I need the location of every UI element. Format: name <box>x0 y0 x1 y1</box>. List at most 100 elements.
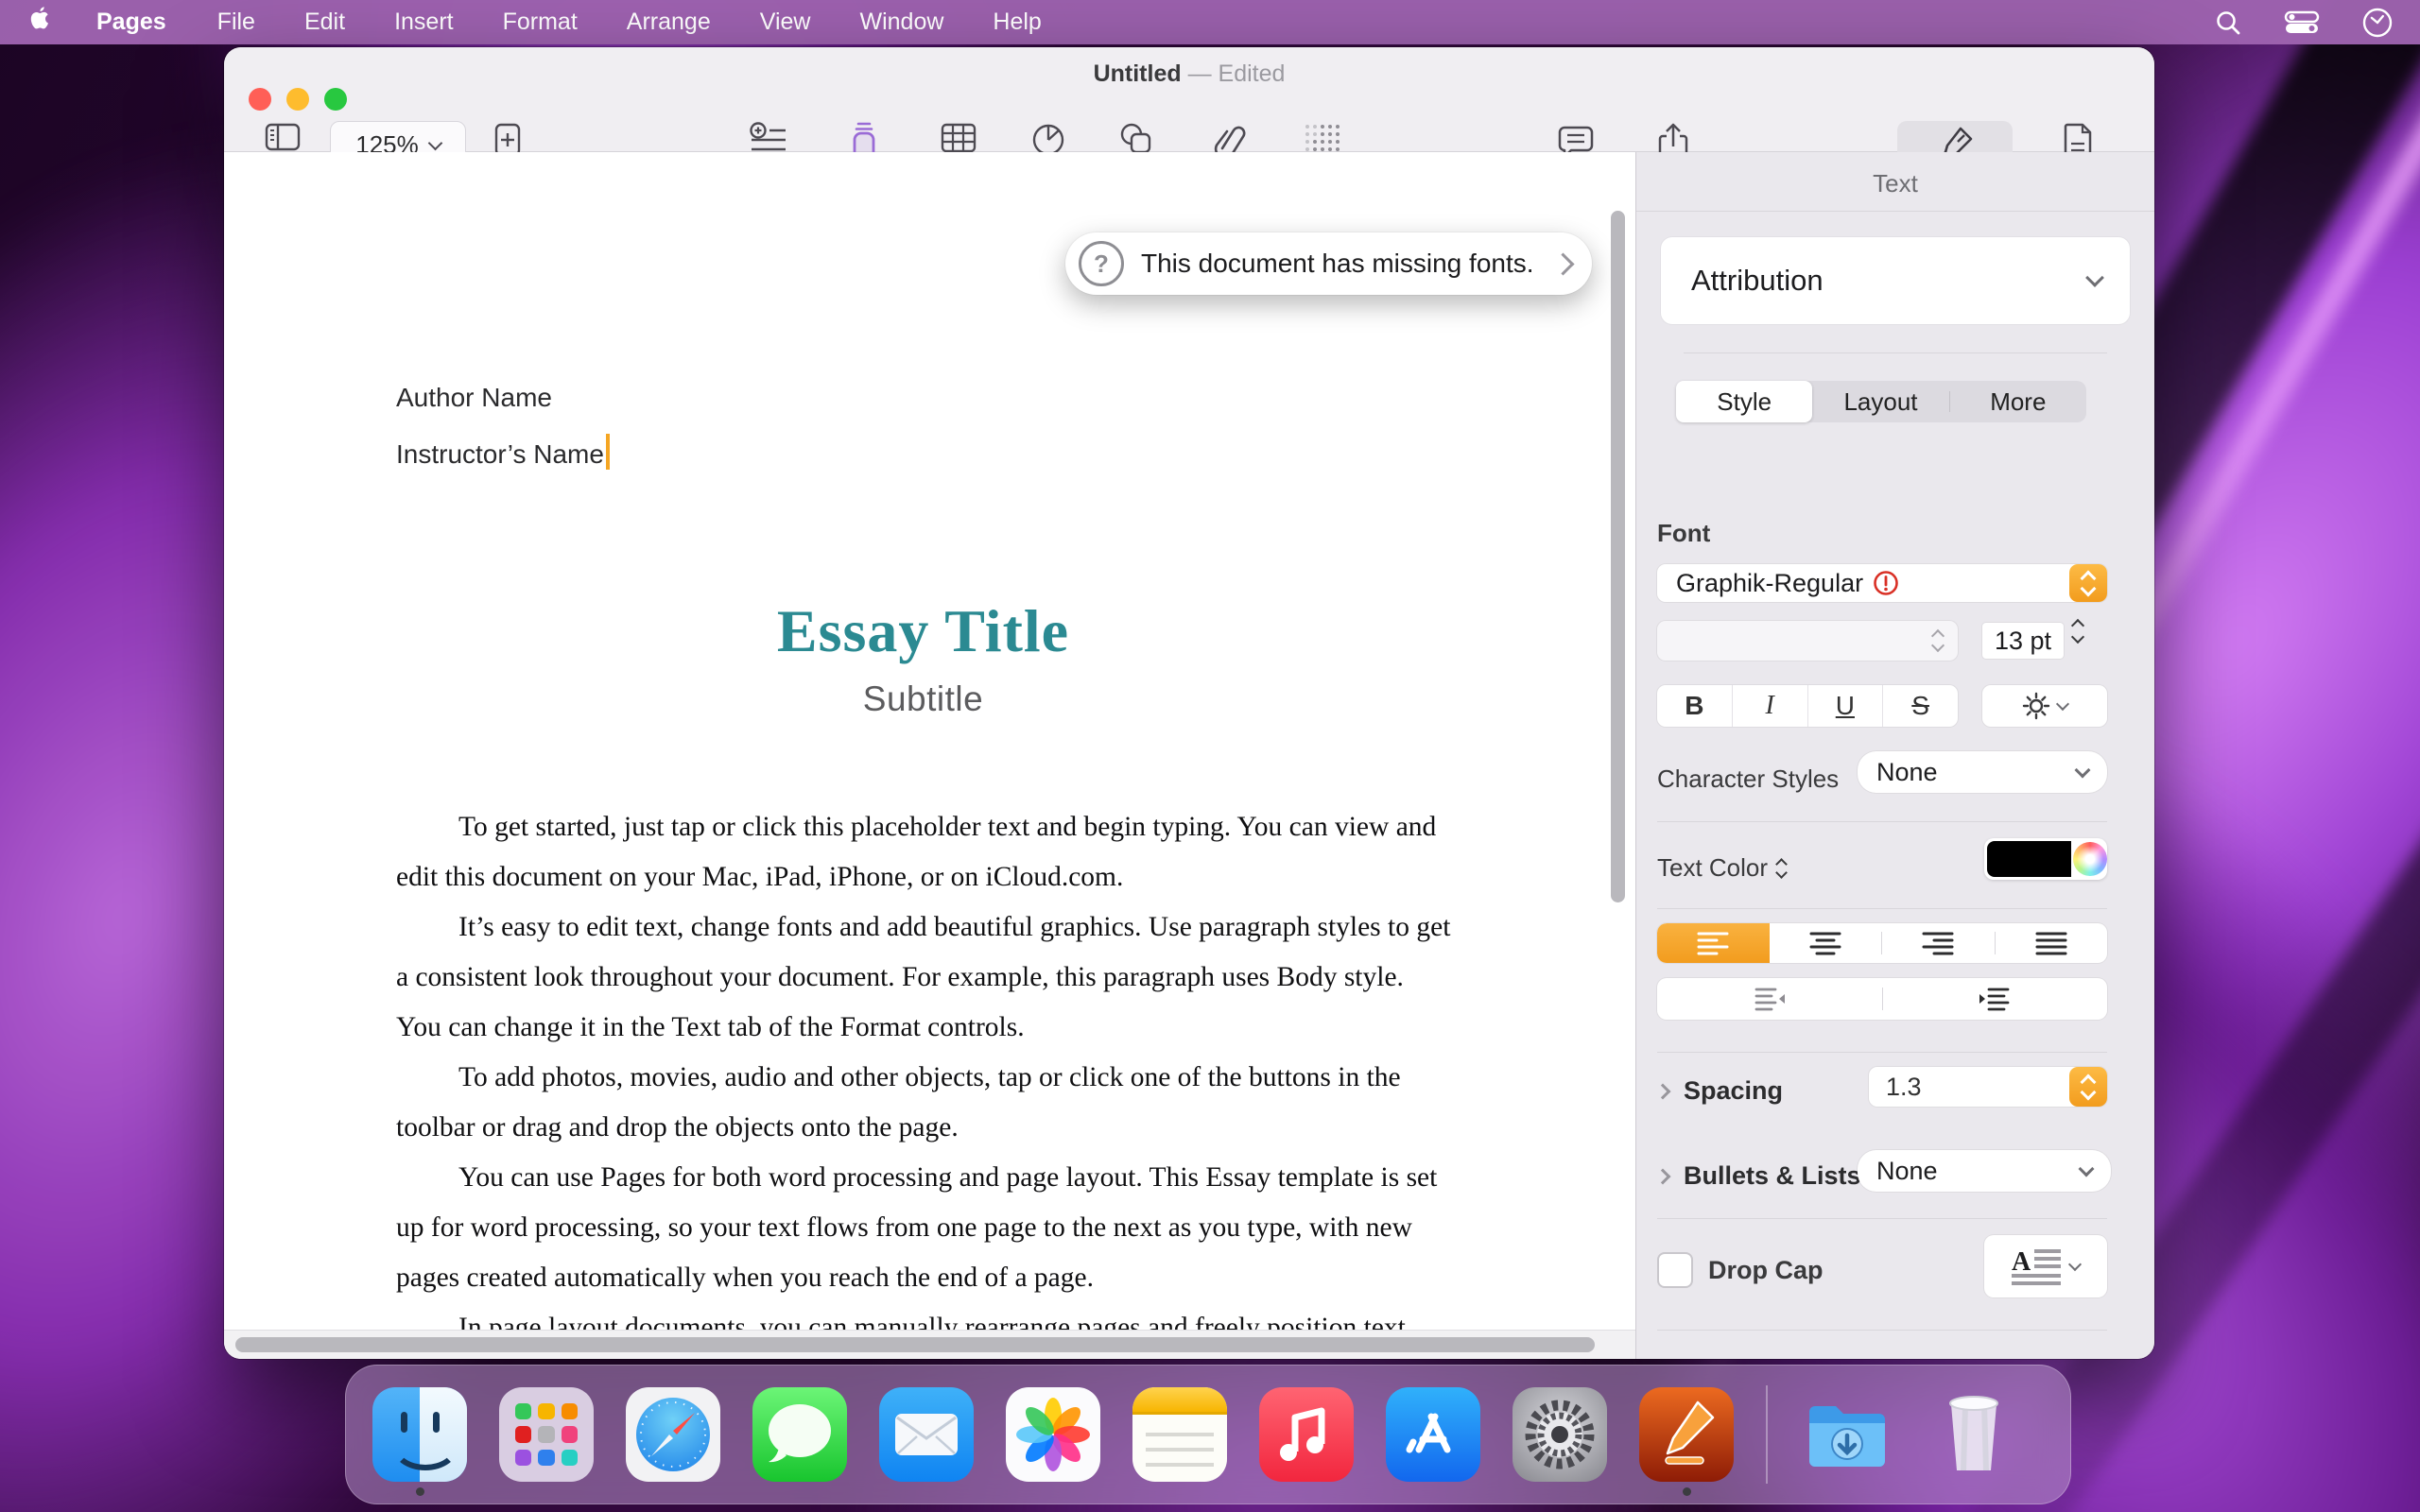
indent-button[interactable] <box>1883 978 2108 1020</box>
character-styles-value: None <box>1876 758 1938 787</box>
help-icon[interactable]: ? <box>1079 241 1124 286</box>
author-block[interactable]: Author Name Instructor’s Name <box>396 369 610 483</box>
dock-trash-icon[interactable] <box>1927 1387 2021 1482</box>
menu-format[interactable]: Format <box>478 9 602 36</box>
dock-music-icon[interactable] <box>1259 1387 1354 1482</box>
dock-mail-icon[interactable] <box>879 1387 974 1482</box>
title-block[interactable]: Essay Title Subtitle <box>396 596 1450 719</box>
chevron-down-icon <box>2056 697 2069 711</box>
menu-help[interactable]: Help <box>968 9 1065 36</box>
chevron-right-icon[interactable] <box>1551 252 1574 275</box>
outdent-button[interactable] <box>1657 978 1882 1020</box>
strikethrough-button[interactable]: S <box>1883 691 1958 721</box>
underline-button[interactable]: U <box>1808 691 1883 721</box>
bold-button[interactable]: B <box>1657 691 1732 721</box>
typeface-stepper-icon <box>1933 631 1943 650</box>
font-size-stepper[interactable] <box>2073 621 2083 642</box>
tab-layout[interactable]: Layout <box>1812 381 1948 422</box>
dock-safari-icon[interactable] <box>626 1387 720 1482</box>
apple-menu[interactable] <box>0 6 68 39</box>
text-color-well[interactable] <box>1984 838 2107 880</box>
tab-more[interactable]: More <box>1950 381 2086 422</box>
paragraph-style-value: Attribution <box>1691 264 1824 298</box>
paragraph-style-selector[interactable]: Attribution <box>1661 237 2130 324</box>
dock-launchpad-icon[interactable] <box>499 1387 594 1482</box>
disclosure-icon[interactable] <box>1655 1168 1671 1184</box>
align-center-button[interactable] <box>1770 923 1882 963</box>
dock-photos-icon[interactable] <box>1006 1387 1100 1482</box>
drop-cap-label: Drop Cap <box>1708 1256 1824 1285</box>
dock-pages-icon[interactable] <box>1639 1387 1734 1482</box>
font-family-field[interactable]: Graphik-Regular <box>1657 564 2107 602</box>
drop-cap-icon: A <box>2012 1246 2061 1287</box>
menu-file[interactable]: File <box>193 9 280 36</box>
character-styles-dropdown[interactable]: None <box>1858 751 2107 793</box>
table-icon[interactable] <box>939 121 978 155</box>
close-button[interactable] <box>249 88 271 111</box>
drop-cap-style-button[interactable]: A <box>1984 1235 2107 1297</box>
font-family-stepper[interactable] <box>2069 564 2107 602</box>
color-wheel-icon[interactable] <box>2073 842 2107 876</box>
font-style-buttons: B I U S <box>1657 685 1958 727</box>
control-center-icon[interactable] <box>2284 9 2320 36</box>
dock-settings-icon[interactable] <box>1512 1387 1607 1482</box>
text-color-label: Text Color <box>1657 853 1768 883</box>
menu-arrange[interactable]: Arrange <box>602 9 735 36</box>
clock-icon[interactable] <box>2361 7 2394 39</box>
menu-window[interactable]: Window <box>835 9 968 36</box>
document-title: Untitled <box>1094 60 1182 87</box>
body-text[interactable]: To get started, just tap or click this p… <box>396 802 1453 1332</box>
spacing-stepper[interactable] <box>2069 1067 2107 1107</box>
horizontal-scrollbar-track <box>224 1330 1635 1359</box>
dock-notes-icon[interactable] <box>1132 1387 1227 1482</box>
minimize-button[interactable] <box>286 88 309 111</box>
view-sidebar-toggle-icon[interactable] <box>264 121 302 153</box>
dock-finder-icon[interactable] <box>372 1387 467 1482</box>
align-left-button[interactable] <box>1657 923 1770 963</box>
instructor-name-line[interactable]: Instructor’s Name <box>396 426 610 483</box>
dock-downloads-icon[interactable] <box>1800 1387 1894 1482</box>
menu-edit[interactable]: Edit <box>280 9 370 36</box>
desktop: Pages File Edit Insert Format Arrange Vi… <box>0 0 2420 1512</box>
vertical-scrollbar[interactable] <box>1611 211 1625 902</box>
advanced-font-options-button[interactable] <box>1982 685 2107 727</box>
paragraph[interactable]: In page layout documents, you can manual… <box>396 1303 1453 1332</box>
paragraph[interactable]: To add photos, movies, audio and other o… <box>396 1053 1453 1153</box>
dock-appstore-icon[interactable] <box>1386 1387 1480 1482</box>
paragraph[interactable]: You can use Pages for both word processi… <box>396 1153 1453 1303</box>
bullets-dropdown[interactable]: None <box>1858 1150 2111 1192</box>
disclosure-icon[interactable] <box>1655 1083 1671 1099</box>
title-separator: — <box>1188 60 1212 87</box>
bullets-value: None <box>1876 1157 1938 1186</box>
menu-insert[interactable]: Insert <box>370 9 478 36</box>
typeface-field[interactable] <box>1657 621 1958 661</box>
document-canvas[interactable]: ? This document has missing fonts. Autho… <box>224 152 1635 1359</box>
zoom-button[interactable] <box>324 88 347 111</box>
horizontal-scrollbar[interactable] <box>235 1337 1595 1352</box>
paragraph[interactable]: It’s easy to edit text, change fonts and… <box>396 902 1453 1053</box>
updown-icon[interactable] <box>1777 860 1786 877</box>
essay-title[interactable]: Essay Title <box>396 596 1450 666</box>
text-color-swatch[interactable] <box>1987 841 2071 877</box>
gear-icon <box>2022 692 2050 720</box>
align-justify-button[interactable] <box>1996 923 2108 963</box>
search-icon[interactable] <box>2214 9 2242 37</box>
spacing-dropdown[interactable]: 1.3 <box>1869 1067 2107 1107</box>
italic-button[interactable]: I <box>1733 691 1807 721</box>
tab-style[interactable]: Style <box>1676 381 1812 422</box>
dock <box>345 1365 2071 1504</box>
align-right-button[interactable] <box>1882 923 1995 963</box>
chevron-down-icon <box>2079 1160 2095 1177</box>
paragraph[interactable]: To get started, just tap or click this p… <box>396 802 1453 902</box>
essay-subtitle[interactable]: Subtitle <box>396 679 1450 719</box>
author-name-line[interactable]: Author Name <box>396 369 610 426</box>
drop-cap-checkbox[interactable] <box>1657 1252 1693 1288</box>
spacing-value: 1.3 <box>1886 1073 1922 1102</box>
text-cursor <box>606 434 610 470</box>
missing-fonts-alert[interactable]: ? This document has missing fonts. <box>1065 232 1592 295</box>
menu-view[interactable]: View <box>735 9 836 36</box>
indent-buttons <box>1657 978 2107 1020</box>
dock-messages-icon[interactable] <box>752 1387 847 1482</box>
menu-pages[interactable]: Pages <box>68 9 193 36</box>
font-size-field[interactable]: 13 pt <box>1982 623 2064 659</box>
